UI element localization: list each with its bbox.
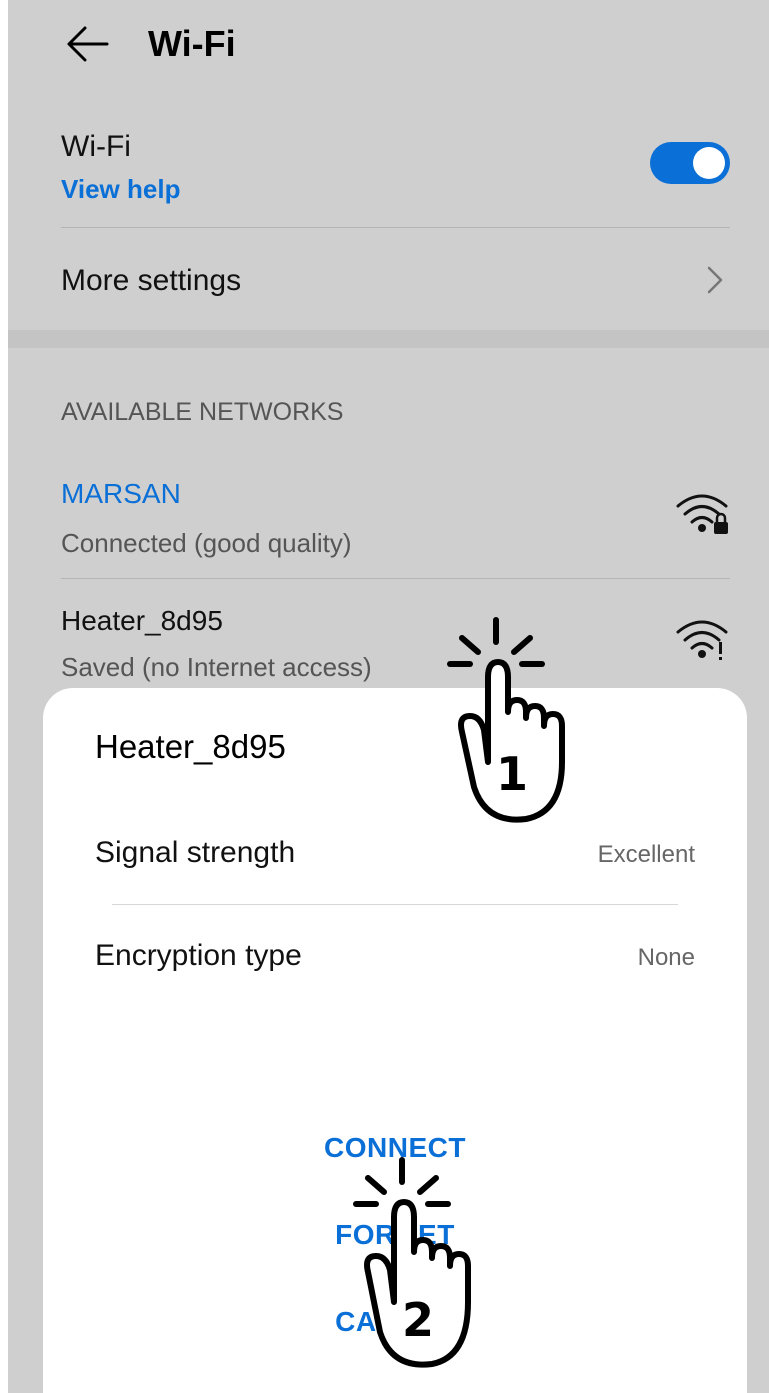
page-title: Wi-Fi: [148, 23, 236, 64]
encryption-type-label: Encryption type: [95, 939, 302, 972]
wifi-toggle[interactable]: [650, 142, 730, 184]
tap-hand-icon: 2: [353, 1157, 471, 1368]
app-header: Wi-Fi: [8, 0, 769, 90]
step-number: 1: [496, 747, 528, 801]
wifi-label: Wi-Fi: [61, 130, 131, 163]
chevron-right-icon: [707, 266, 723, 294]
signal-strength-value: Excellent: [597, 841, 695, 868]
more-settings-label: More settings: [61, 264, 242, 297]
section-separator: [8, 330, 769, 348]
dialog-divider: [112, 904, 678, 905]
wifi-lock-icon: [676, 494, 728, 534]
signal-strength-label: Signal strength: [95, 836, 296, 869]
step-number: 2: [402, 1293, 434, 1347]
network-name: MARSAN: [61, 478, 181, 509]
dialog-title: Heater_8d95: [95, 728, 286, 765]
toggle-knob: [693, 147, 725, 179]
network-status: Saved (no Internet access): [61, 652, 372, 682]
available-networks-header: AVAILABLE NETWORKS: [61, 398, 344, 426]
divider: [61, 227, 730, 228]
network-name: Heater_8d95: [61, 605, 223, 636]
arrow-left-icon[interactable]: [65, 24, 109, 64]
divider: [61, 578, 730, 579]
tap-hand-icon: 1: [447, 617, 565, 823]
network-status: Connected (good quality): [61, 528, 352, 558]
encryption-type-value: None: [637, 944, 695, 971]
wifi-alert-icon: [676, 620, 728, 660]
view-help-link[interactable]: View help: [61, 174, 180, 205]
